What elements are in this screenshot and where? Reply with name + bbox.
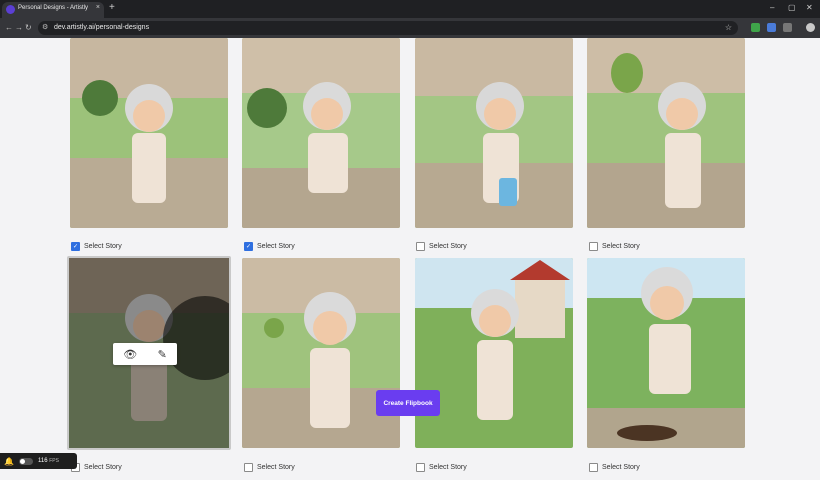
address-bar[interactable]: ⚙ dev.artistly.ai/personal-designs ☆ <box>38 21 738 35</box>
fps-unit: FPS <box>49 458 59 464</box>
story-thumbnail[interactable] <box>242 38 400 228</box>
story-thumbnail[interactable] <box>415 258 573 448</box>
grandma-path-illustration <box>415 258 573 448</box>
minimize-icon[interactable]: – <box>770 3 774 12</box>
bookmark-star-icon[interactable]: ☆ <box>725 23 732 32</box>
edit-pencil-icon[interactable]: ✎ <box>158 348 167 361</box>
checkbox-box[interactable] <box>589 242 598 251</box>
story-thumbnail[interactable] <box>70 38 228 228</box>
select-story-label: Select Story <box>429 243 467 250</box>
browser-tab-strip: Personal Designs - Artistly × + – ▢ ✕ <box>0 0 820 18</box>
tab-title: Personal Designs - Artistly <box>18 5 89 11</box>
story-thumbnail[interactable] <box>242 258 400 448</box>
select-story-checkbox[interactable]: Select Story <box>416 242 467 251</box>
extensions-puzzle-icon[interactable] <box>783 23 792 32</box>
browser-toolbar: ← → ↻ ⚙ dev.artistly.ai/personal-designs… <box>0 18 820 38</box>
reload-icon[interactable]: ↻ <box>25 23 32 32</box>
create-flipbook-button[interactable]: Create Flipbook <box>376 390 440 416</box>
story-thumbnail[interactable] <box>587 38 745 228</box>
fps-status-widget: 🔔 116 FPS <box>0 453 77 469</box>
select-story-checkbox[interactable]: Select Story <box>244 463 295 472</box>
thumbnail-hover-actions: 👁 ✎ <box>113 343 177 365</box>
profile-avatar-icon[interactable] <box>806 23 815 32</box>
new-tab-button[interactable]: + <box>109 2 115 13</box>
extension-green-icon[interactable] <box>751 23 760 32</box>
select-story-label: Select Story <box>429 464 467 471</box>
maximize-icon[interactable]: ▢ <box>788 3 796 12</box>
fps-readout: 116 FPS <box>38 458 59 464</box>
close-window-icon[interactable]: ✕ <box>806 3 813 12</box>
url-text[interactable]: dev.artistly.ai/personal-designs <box>54 24 149 31</box>
select-story-label: Select Story <box>257 464 295 471</box>
story-thumbnail[interactable] <box>587 258 745 448</box>
story-thumbnail[interactable] <box>415 38 573 228</box>
checkbox-box[interactable] <box>416 463 425 472</box>
grandma-tall-bud-illustration <box>587 38 745 228</box>
select-story-checkbox[interactable]: Select Story <box>589 463 640 472</box>
grandma-planting-illustration <box>587 258 745 448</box>
browser-tab-active[interactable]: Personal Designs - Artistly × <box>2 2 104 18</box>
checkbox-box[interactable] <box>71 242 80 251</box>
checkbox-box[interactable] <box>244 463 253 472</box>
select-story-label: Select Story <box>84 464 122 471</box>
select-story-checkbox[interactable]: Select Story <box>416 463 467 472</box>
grandma-bud-stem-illustration <box>242 258 400 448</box>
fps-value: 116 <box>37 458 48 464</box>
grandma-garden-illustration <box>70 38 228 228</box>
overlay-toggle[interactable] <box>18 457 33 465</box>
select-story-label: Select Story <box>257 243 295 250</box>
preview-eye-icon[interactable]: 👁 <box>123 348 137 361</box>
notification-bell-icon[interactable]: 🔔 <box>4 457 14 466</box>
checkbox-box[interactable] <box>589 463 598 472</box>
grandma-kneeling-illustration <box>242 38 400 228</box>
back-icon[interactable]: ← <box>5 23 13 32</box>
tab-close-icon[interactable]: × <box>96 4 100 11</box>
site-info-icon[interactable]: ⚙ <box>42 23 48 31</box>
select-story-checkbox[interactable]: Select Story <box>589 242 640 251</box>
select-story-label: Select Story <box>602 464 640 471</box>
select-story-label: Select Story <box>602 243 640 250</box>
select-story-label: Select Story <box>84 243 122 250</box>
forward-icon[interactable]: → <box>15 23 23 32</box>
checkbox-box[interactable] <box>244 242 253 251</box>
artistly-logo-icon <box>6 5 15 14</box>
select-story-checkbox[interactable]: Select Story <box>71 463 122 472</box>
checkbox-box[interactable] <box>416 242 425 251</box>
select-story-checkbox[interactable]: Select Story <box>71 242 122 251</box>
extension-blue-icon[interactable] <box>767 23 776 32</box>
grandma-watering-can-illustration <box>415 38 573 228</box>
select-story-checkbox[interactable]: Select Story <box>244 242 295 251</box>
